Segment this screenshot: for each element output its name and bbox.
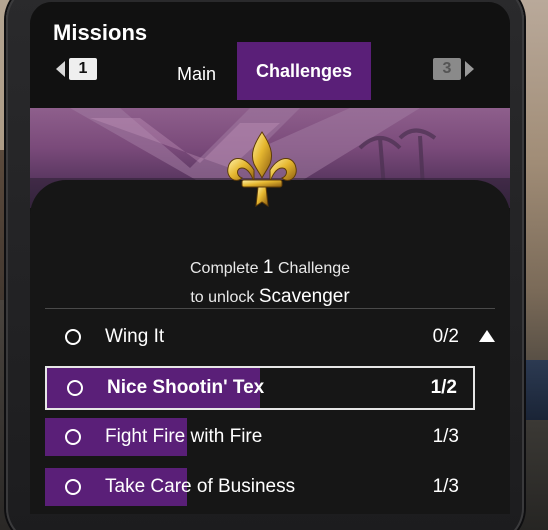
- challenge-name: Wing It: [105, 326, 165, 347]
- next-tab-button[interactable]: 3: [433, 58, 474, 80]
- circle-icon: [65, 429, 81, 445]
- unlock-complete-text: Complete: [189, 260, 259, 277]
- phone-device: Missions 1 Main Challenges 3 Complete 1 …: [6, 0, 524, 530]
- tab-main[interactable]: Main: [177, 64, 216, 85]
- fleur-de-lis-icon: [227, 131, 297, 208]
- challenge-row-fight-fire-with-fire[interactable]: Fight Fire with Fire 1/3: [45, 412, 475, 462]
- circle-icon: [65, 479, 81, 495]
- challenge-name: Nice Shootin' Tex: [107, 377, 265, 398]
- challenge-name: Fight Fire with Fire: [105, 426, 263, 447]
- arrow-right-icon: [465, 61, 474, 77]
- unlock-reward: Scavenger: [258, 286, 350, 307]
- circle-icon: [65, 329, 81, 345]
- challenge-progress: 0/2: [432, 326, 459, 347]
- tab-challenges[interactable]: Challenges: [237, 42, 371, 100]
- arrow-left-icon: [56, 61, 65, 77]
- scroll-up-icon[interactable]: [479, 330, 495, 342]
- divider: [45, 308, 495, 309]
- prev-tab-key: 1: [69, 58, 97, 80]
- challenge-progress: 1/2: [430, 377, 457, 398]
- challenge-row-nice-shootin-tex[interactable]: Nice Shootin' Tex 1/2: [45, 366, 475, 410]
- phone-screen: Missions 1 Main Challenges 3 Complete 1 …: [30, 2, 510, 514]
- unlock-count: 1: [262, 257, 274, 278]
- challenge-list: Wing It 0/2 Nice Shootin' Tex 1/2 Fight …: [45, 312, 495, 512]
- challenge-progress: 1/3: [432, 426, 459, 447]
- challenge-row-wing-it[interactable]: Wing It 0/2: [45, 312, 475, 362]
- challenge-progress: 1/3: [432, 476, 459, 497]
- challenge-name: Take Care of Business: [105, 476, 296, 497]
- unlock-requirement: Complete 1 Challenge to unlock Scavenger: [30, 254, 510, 312]
- missions-header: Missions 1 Main Challenges 3: [30, 2, 510, 108]
- circle-icon: [67, 380, 83, 396]
- challenge-row-take-care-of-business[interactable]: Take Care of Business 1/3: [45, 462, 475, 512]
- tab-challenges-label: Challenges: [255, 60, 353, 81]
- unlock-challenge-text: Challenge: [277, 260, 351, 277]
- unlock-to-text: to unlock: [190, 289, 255, 306]
- unlock-line-1: Complete 1 Challenge: [30, 254, 510, 283]
- prev-tab-button[interactable]: 1: [56, 58, 97, 80]
- next-tab-key: 3: [433, 58, 461, 80]
- tab-navigation: 1 Main Challenges 3: [30, 42, 510, 100]
